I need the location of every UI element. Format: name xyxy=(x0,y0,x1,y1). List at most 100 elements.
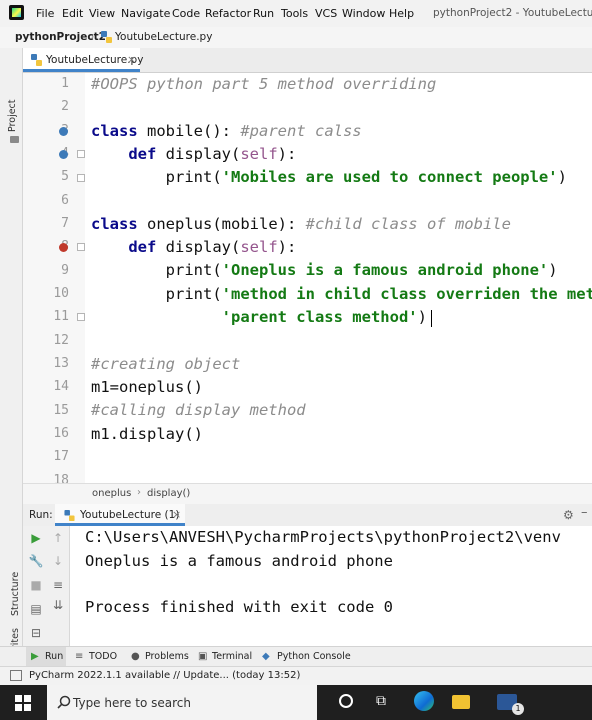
overridden-marker-icon[interactable] xyxy=(59,150,68,159)
code-editor[interactable]: #OOPS python part 5 method overriding cl… xyxy=(85,73,592,483)
structure-tool-button[interactable]: Structure xyxy=(10,572,21,616)
close-icon[interactable]: × xyxy=(127,53,136,66)
left-tool-strip: Project Structure Favorites ★ xyxy=(0,48,23,677)
line-number: 6 xyxy=(61,193,69,208)
tool-todo[interactable]: TODO xyxy=(89,651,117,662)
tool-run[interactable]: Run xyxy=(45,651,63,662)
problems-icon: ● xyxy=(131,651,140,662)
menu-window[interactable]: Window xyxy=(342,7,385,20)
tool-terminal[interactable]: Terminal xyxy=(212,651,252,662)
code-line-5: print('Mobiles are used to connect peopl… xyxy=(91,168,567,186)
soft-wrap-icon[interactable]: ≡ xyxy=(50,577,66,593)
file-explorer-icon[interactable] xyxy=(452,695,470,709)
console-line: Process finished with exit code 0 xyxy=(85,598,393,616)
bottom-tool-bar: ▶ Run ≡ TODO ● Problems ▣ Terminal ◆ Pyt… xyxy=(0,646,592,667)
overrides-marker-icon[interactable] xyxy=(59,243,68,252)
code-line-16: m1.display() xyxy=(91,425,203,443)
play-icon: ▶ xyxy=(31,651,39,662)
menu-run[interactable]: Run xyxy=(253,7,274,20)
rerun-icon[interactable]: ▶ xyxy=(28,530,44,546)
menu-tools[interactable]: Tools xyxy=(281,7,308,20)
arrow-up-icon[interactable]: ↑ xyxy=(50,530,66,546)
status-bar: PyCharm 2022.1.1 available // Update... … xyxy=(0,666,592,685)
console-line: Oneplus is a famous android phone xyxy=(85,552,393,570)
tab-youtubelecture[interactable]: YoutubeLecture.py × xyxy=(23,48,143,72)
arrow-down-icon[interactable]: ↓ xyxy=(50,553,66,569)
taskbar-search[interactable]: Type here to search xyxy=(47,685,317,720)
menu-edit[interactable]: Edit xyxy=(62,7,83,20)
breadcrumb-class[interactable]: oneplus xyxy=(92,488,131,499)
console-line: C:\Users\ANVESH\PycharmProjects\pythonPr… xyxy=(85,528,561,546)
run-tab-label: YoutubeLecture (1) xyxy=(80,509,180,521)
code-line-15: #calling display method xyxy=(91,401,306,419)
menu-navigate[interactable]: Navigate xyxy=(121,7,170,20)
line-number: 9 xyxy=(61,263,69,278)
chevron-right-icon: › xyxy=(90,30,95,43)
editor-tab-bar: YoutubeLecture.py × xyxy=(23,48,592,73)
edge-icon[interactable] xyxy=(414,691,434,711)
fold-icon[interactable] xyxy=(77,243,85,251)
toggle-panels-icon[interactable] xyxy=(10,670,22,681)
menu-file[interactable]: File xyxy=(36,7,54,20)
editor-breadcrumb: oneplus › display() xyxy=(23,483,592,505)
code-line-10: print('method in child class overriden t… xyxy=(91,285,592,303)
run-panel-header: Run: YoutubeLecture (1) × ⚙ – xyxy=(23,504,592,527)
taskbar: Type here to search ⧉ 1 xyxy=(0,685,592,720)
pin-icon[interactable]: ⊟ xyxy=(28,625,44,641)
pycharm-logo-icon xyxy=(9,5,24,20)
line-number: 1 xyxy=(61,76,69,91)
line-number: 11 xyxy=(53,309,69,324)
chevron-right-icon: › xyxy=(137,487,141,498)
line-number: 2 xyxy=(61,99,69,114)
menu-help[interactable]: Help xyxy=(389,7,414,20)
line-number: 7 xyxy=(61,216,69,231)
stop-icon[interactable]: ■ xyxy=(28,577,44,593)
project-tool-button[interactable]: Project xyxy=(7,99,18,132)
python-file-icon xyxy=(101,31,112,43)
tool-python-console[interactable]: Python Console xyxy=(277,651,351,662)
run-tab[interactable]: YoutubeLecture (1) × xyxy=(55,504,185,526)
breadcrumb-method[interactable]: display() xyxy=(147,488,190,499)
search-icon xyxy=(57,695,71,709)
line-number: 17 xyxy=(53,449,69,464)
text-caret xyxy=(431,310,432,327)
menu-refactor[interactable]: Refactor xyxy=(205,7,251,20)
layout-icon[interactable]: ▤ xyxy=(28,601,44,617)
fold-icon[interactable] xyxy=(77,313,85,321)
terminal-icon: ▣ xyxy=(198,651,208,662)
code-line-3: class mobile(): #parent calss xyxy=(91,122,362,140)
fold-icon[interactable] xyxy=(77,174,85,182)
code-line-14: m1=oneplus() xyxy=(91,378,203,396)
scroll-to-end-icon[interactable]: ⇊ xyxy=(50,597,66,613)
line-number: 13 xyxy=(53,356,69,371)
line-number: 16 xyxy=(53,426,69,441)
windows-start-icon[interactable] xyxy=(15,695,31,711)
close-icon[interactable]: × xyxy=(172,508,181,521)
menu-code[interactable]: Code xyxy=(172,7,200,20)
search-placeholder: Type here to search xyxy=(73,696,191,710)
minimize-icon[interactable]: – xyxy=(581,505,588,520)
code-line-7: class oneplus(mobile): #child class of m… xyxy=(91,215,511,233)
code-line-11: 'parent class method') xyxy=(221,308,427,326)
menu-vcs[interactable]: VCS xyxy=(315,7,337,20)
status-message[interactable]: PyCharm 2022.1.1 available // Update... … xyxy=(29,670,300,681)
fold-icon[interactable] xyxy=(77,150,85,158)
wrench-icon[interactable]: 🔧 xyxy=(28,553,44,569)
menu-view[interactable]: View xyxy=(89,7,115,20)
code-line-9: print('Oneplus is a famous android phone… xyxy=(91,261,558,279)
line-number: 12 xyxy=(53,333,69,348)
run-panel-title: Run: xyxy=(29,509,53,521)
breadcrumb-file[interactable]: YoutubeLecture.py xyxy=(115,31,212,43)
cortana-icon[interactable] xyxy=(339,694,353,708)
notification-badge: 1 xyxy=(512,703,524,715)
code-line-8: def display(self): xyxy=(128,238,297,256)
menu-bar: File Edit View Navigate Code Refactor Ru… xyxy=(0,0,592,28)
code-line-13: #creating object xyxy=(91,355,241,373)
console-output[interactable]: C:\Users\ANVESH\PycharmProjects\pythonPr… xyxy=(70,526,592,646)
overridden-marker-icon[interactable] xyxy=(59,127,68,136)
tool-problems[interactable]: Problems xyxy=(145,651,189,662)
task-view-icon[interactable]: ⧉ xyxy=(376,693,386,709)
run-toolbar: ▶ ↑ 🔧 ↓ ■ ≡ ▤ ⇊ ⊟ xyxy=(23,526,70,646)
gear-icon[interactable]: ⚙ xyxy=(563,508,574,522)
line-number: 14 xyxy=(53,379,69,394)
